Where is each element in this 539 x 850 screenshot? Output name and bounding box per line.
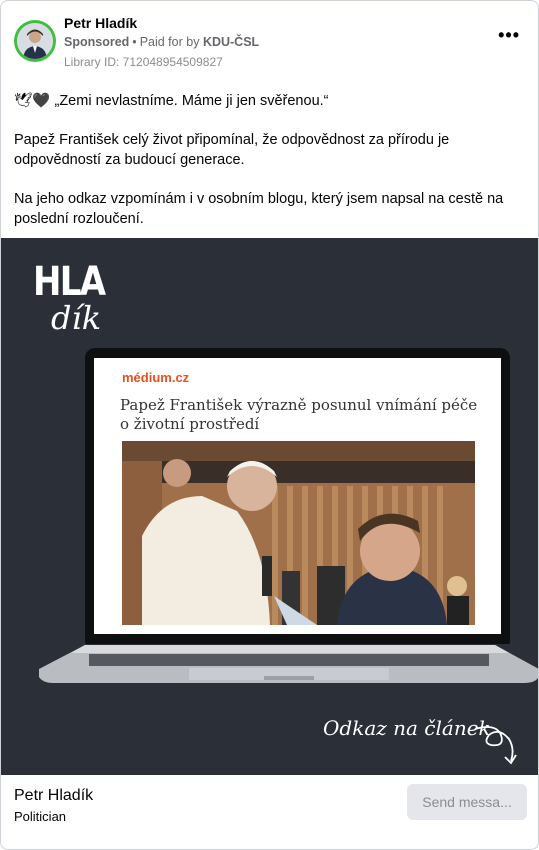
site-name: médium.cz [122,370,190,385]
logo-top: HLA [33,259,106,305]
post-header: Petr Hladík Sponsored • Paid for by KDU-ČS… [1,1,538,81]
post-paragraph-2: Na jeho odkaz vzpomínám i v osobním blog… [14,191,504,227]
post-paragraph-1: Papež František celý život připomínal, ž… [14,132,450,168]
footer-page-name[interactable]: Petr Hladík [14,787,93,805]
post-footer: Petr Hladík Politician Send messa... [1,775,538,849]
more-dots-icon[interactable]: ••• [498,25,520,46]
post-quote: 🕊🖤 „Zemi nevlastníme. Máme ji jen svěřen… [14,91,529,111]
quote-text: „Zemi nevlastníme. Máme ji jen svěřenou.… [54,93,329,109]
paid-for-org[interactable]: KDU-ČSL [203,35,259,49]
article-headline: Papež František výrazně posunul vnímání … [120,396,478,433]
hladik-logo: HLA dík [33,262,117,334]
paid-for-label: Paid for by [139,35,200,49]
library-id: Library ID: 712048954509827 [64,55,223,69]
sponsored-line: Sponsored • Paid for by KDU-ČSL [64,35,259,49]
article-photo [122,441,475,625]
avatar[interactable] [14,20,56,62]
laptop-screen: médium.cz Papež František výrazně posunu… [85,348,510,644]
separator-dot: • [132,35,137,49]
author-name[interactable]: Petr Hladík [64,15,137,31]
footer-page-role: Politician [14,809,67,824]
post-text: 🕊🖤 „Zemi nevlastníme. Máme ji jen svěřen… [14,91,529,229]
send-message-button[interactable]: Send messa... [407,784,527,820]
emoji: 🕊🖤 [14,93,51,109]
laptop-display: médium.cz Papež František výrazně posunu… [94,358,501,634]
logo-bottom: dík [51,299,102,337]
article-link-caption[interactable]: Odkaz na článek [323,716,491,740]
avatar-photo [17,23,53,59]
ad-card: Petr Hladík Sponsored • Paid for by KDU-ČS… [0,0,539,850]
laptop-base [39,645,538,683]
sponsored-label: Sponsored [64,35,130,49]
ad-image[interactable]: HLA dík médium.cz Papež František výrazn… [1,238,538,775]
curved-arrow-icon [474,726,517,765]
